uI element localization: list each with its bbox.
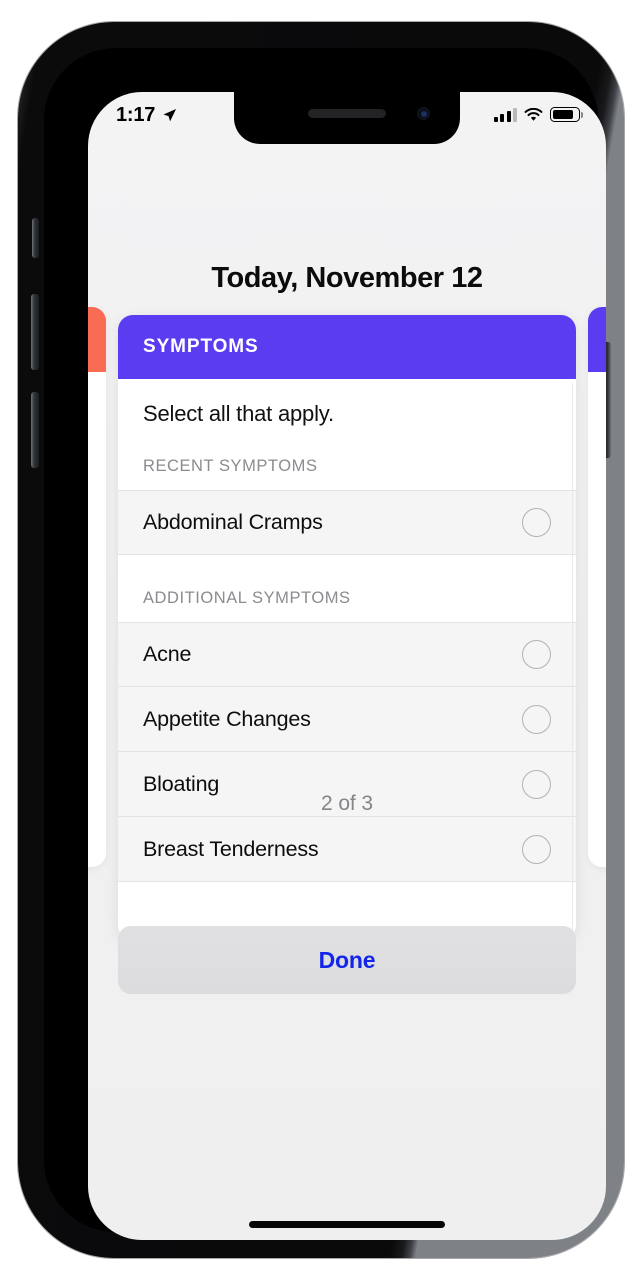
symptom-label: Abdominal Cramps [143, 510, 323, 534]
volume-up-button[interactable] [31, 294, 39, 370]
earpiece-speaker-icon [308, 109, 386, 118]
section-header-additional: ADDITIONAL SYMPTOMS [118, 555, 576, 622]
symptom-row-appetite-changes[interactable]: Appetite Changes [118, 687, 576, 752]
symptom-label: Acne [143, 642, 192, 666]
symptoms-card-header: SYMPTOMS [118, 315, 576, 379]
front-camera-icon [417, 107, 430, 120]
page-indicator: 2 of 3 [321, 792, 373, 815]
symptom-label: Appetite Changes [143, 706, 311, 731]
symptom-toggle-circle-icon[interactable] [522, 508, 551, 537]
page-title: Today, November 12 [211, 262, 483, 294]
home-indicator[interactable] [249, 1221, 445, 1228]
previous-card-peek[interactable] [88, 307, 106, 867]
symptom-toggle-circle-icon[interactable] [522, 640, 551, 669]
symptom-toggle-circle-icon[interactable] [522, 834, 551, 864]
symptom-row-acne[interactable]: Acne [118, 622, 576, 687]
screenshot-stage: 1:17 Today, November 12 SYMPTOMS Select … [0, 0, 642, 1280]
symptoms-card: SYMPTOMS Select all that apply. RECENT S… [118, 315, 576, 940]
card-scrollbar[interactable] [572, 383, 573, 940]
symptom-row-breast-tenderness[interactable]: Breast Tenderness [118, 817, 576, 882]
app-content: Today, November 12 SYMPTOMS Select all t… [88, 92, 606, 1240]
section-header-recent: RECENT SYMPTOMS [118, 447, 576, 490]
symptom-row-abdominal-cramps[interactable]: Abdominal Cramps [118, 490, 576, 555]
symptoms-card-header-label: SYMPTOMS [143, 336, 259, 357]
next-card-peek[interactable] [588, 307, 606, 867]
symptom-toggle-circle-icon[interactable] [522, 704, 551, 734]
phone-bezel: 1:17 Today, November 12 SYMPTOMS Select … [44, 48, 606, 1240]
volume-down-button[interactable] [31, 392, 39, 468]
previous-card-header [88, 307, 106, 372]
display-notch [234, 92, 460, 144]
phone-frame: 1:17 Today, November 12 SYMPTOMS Select … [18, 22, 624, 1258]
done-button[interactable]: Done [118, 926, 576, 994]
symptom-label: Breast Tenderness [143, 836, 319, 861]
mute-switch[interactable] [32, 218, 39, 258]
symptoms-card-subtitle: Select all that apply. [118, 379, 576, 447]
phone-screen: 1:17 Today, November 12 SYMPTOMS Select … [88, 92, 606, 1240]
next-card-header [588, 307, 606, 372]
